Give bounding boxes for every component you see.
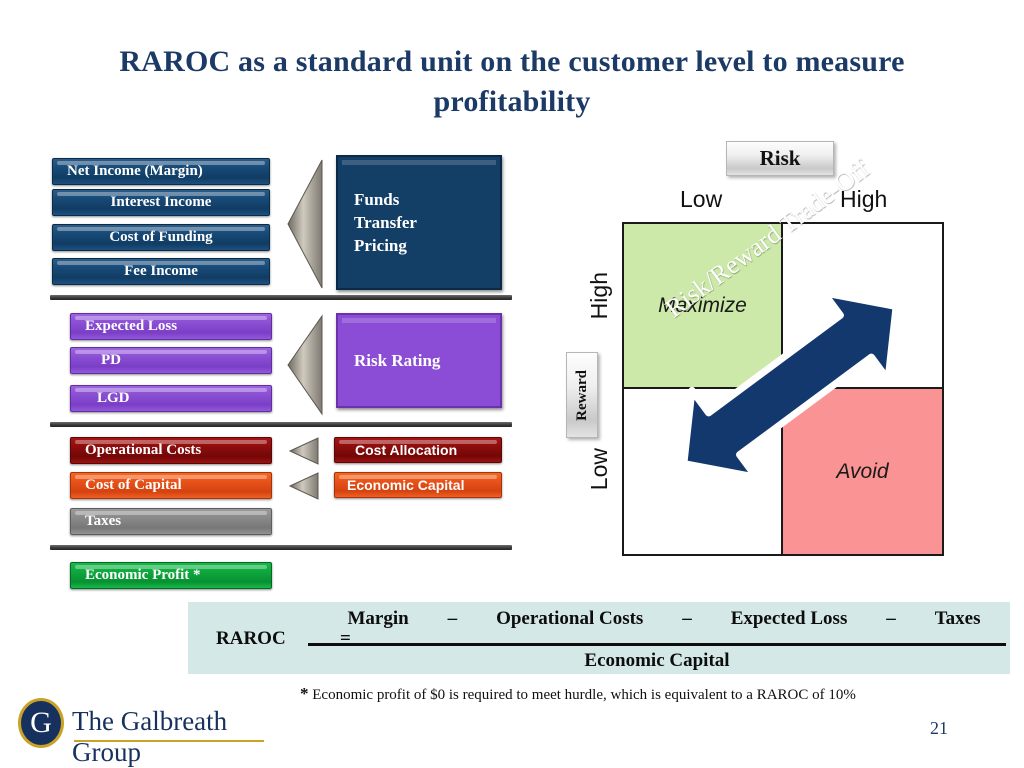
divider-costs bbox=[50, 545, 512, 550]
box-label: Fee Income bbox=[124, 263, 198, 279]
logo-underline bbox=[74, 740, 264, 742]
slide-canvas: RAROC as a standard unit on the customer… bbox=[0, 0, 1024, 768]
box-risk-rating[interactable]: Risk Rating bbox=[336, 313, 502, 408]
divider-income bbox=[50, 295, 512, 300]
formula-term: Margin bbox=[347, 608, 409, 629]
box-fee-income[interactable]: Fee Income bbox=[52, 258, 270, 285]
box-label: Risk Rating bbox=[354, 351, 441, 370]
raroc-formula: RAROC = Margin – Operational Costs – Exp… bbox=[188, 602, 1010, 674]
box-label: Economic Capital bbox=[347, 477, 465, 493]
box-label: PD bbox=[101, 352, 121, 368]
page-number: 21 bbox=[930, 718, 948, 738]
divider-loss bbox=[50, 422, 512, 427]
box-label: Cost of Funding bbox=[109, 229, 213, 245]
matrix-reward-label: Reward bbox=[566, 352, 598, 438]
footnote-text: Economic profit of $0 is required to mee… bbox=[312, 687, 856, 703]
box-cost-allocation[interactable]: Cost Allocation bbox=[334, 437, 502, 463]
formula-term: Expected Loss bbox=[730, 608, 848, 629]
box-label: Funds Transfer Pricing bbox=[354, 190, 417, 255]
chevron-left-icon-income bbox=[287, 159, 323, 289]
fraction-bar bbox=[308, 643, 1006, 646]
logo-name: The Galbreath Group bbox=[72, 706, 228, 767]
formula-operator: – bbox=[886, 608, 896, 629]
box-label: Interest Income bbox=[110, 194, 212, 210]
formula-term: Operational Costs bbox=[496, 608, 644, 629]
chevron-left-icon-risk bbox=[287, 314, 323, 416]
box-label: Cost of Capital bbox=[85, 477, 182, 493]
box-interest-income[interactable]: Interest Income bbox=[52, 189, 270, 216]
formula-operator: – bbox=[447, 608, 458, 629]
chevron-left-icon-economic-capital bbox=[288, 472, 319, 500]
box-lgd[interactable]: LGD bbox=[70, 385, 272, 412]
box-cost-of-funding[interactable]: Cost of Funding bbox=[52, 224, 270, 251]
box-label: Net Income (Margin) bbox=[67, 163, 203, 179]
box-label: Expected Loss bbox=[85, 318, 178, 334]
box-label: Taxes bbox=[85, 513, 122, 529]
footnote: * Economic profit of $0 is required to m… bbox=[300, 684, 1000, 704]
formula-equals: = bbox=[340, 628, 351, 649]
formula-operator: – bbox=[682, 608, 692, 629]
box-economic-profit[interactable]: Economic Profit * bbox=[70, 562, 272, 589]
box-label: Economic Profit * bbox=[85, 567, 201, 583]
logo: G The Galbreath Group bbox=[18, 696, 268, 767]
risk-reward-trade-off-arrow bbox=[680, 289, 900, 481]
risk-label-text: Risk bbox=[759, 146, 801, 170]
box-label: LGD bbox=[97, 390, 130, 406]
logo-monogram-icon: G bbox=[18, 698, 64, 748]
box-expected-loss[interactable]: Expected Loss bbox=[70, 313, 272, 340]
matrix-risk-label: Risk bbox=[726, 141, 834, 176]
chevron-left-icon-cost-allocation bbox=[288, 437, 319, 465]
box-label: Cost Allocation bbox=[355, 442, 458, 458]
box-operational-costs[interactable]: Operational Costs bbox=[70, 437, 272, 464]
formula-numerator: Margin – Operational Costs – Expected Lo… bbox=[328, 608, 1000, 630]
formula-denominator: Economic Capital bbox=[584, 650, 730, 671]
box-economic-capital[interactable]: Economic Capital bbox=[334, 472, 502, 498]
formula-lhs: RAROC bbox=[216, 628, 286, 649]
footnote-star: * bbox=[300, 684, 309, 703]
box-cost-of-capital[interactable]: Cost of Capital bbox=[70, 472, 272, 499]
reward-label-text: Reward bbox=[573, 369, 590, 421]
formula-term: Taxes bbox=[934, 608, 981, 629]
logo-monogram-text: G bbox=[30, 706, 52, 739]
box-label: Operational Costs bbox=[85, 442, 202, 458]
box-pd[interactable]: PD bbox=[70, 347, 272, 374]
box-taxes[interactable]: Taxes bbox=[70, 508, 272, 535]
page-title: RAROC as a standard unit on the customer… bbox=[119, 45, 905, 118]
box-net-income-margin[interactable]: Net Income (Margin) bbox=[52, 158, 270, 185]
box-funds-transfer-pricing[interactable]: Funds Transfer Pricing bbox=[336, 155, 502, 290]
